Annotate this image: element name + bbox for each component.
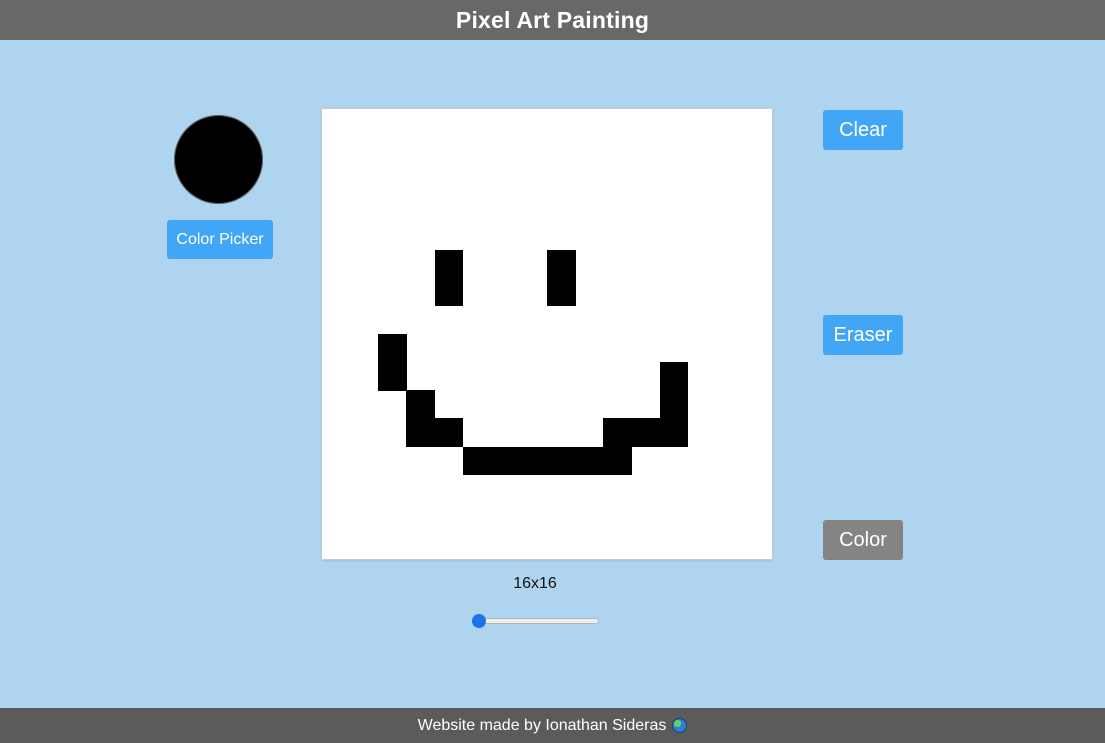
painted-pixel[interactable]: [547, 277, 576, 307]
color-mode-button[interactable]: Color: [823, 520, 903, 560]
color-picker-button[interactable]: Color Picker: [167, 220, 273, 259]
painted-pixel[interactable]: [603, 446, 632, 476]
painted-pixel[interactable]: [490, 446, 520, 476]
painted-pixel[interactable]: [434, 418, 464, 447]
painted-pixel[interactable]: [406, 390, 435, 419]
painted-pixel[interactable]: [659, 390, 689, 419]
header-bar: Pixel Art Painting: [0, 0, 1105, 40]
clear-button[interactable]: Clear: [823, 110, 903, 150]
grid-size-label: 16x16: [513, 575, 557, 592]
painted-pixel[interactable]: [659, 418, 689, 447]
painted-pixel[interactable]: [518, 446, 548, 476]
painted-pixel[interactable]: [406, 418, 435, 447]
painted-pixel[interactable]: [434, 277, 464, 307]
footer-text: Website made by Ionathan Sideras: [417, 716, 667, 734]
page-title: Pixel Art Painting: [455, 6, 650, 33]
painted-pixel[interactable]: [378, 362, 407, 391]
painted-pixel[interactable]: [575, 446, 604, 476]
grid-size-slider[interactable]: [472, 613, 599, 629]
slider-track: [472, 618, 599, 624]
pixel-canvas[interactable]: [322, 109, 772, 559]
painted-pixel[interactable]: [603, 418, 632, 447]
globe-icon: [672, 718, 688, 733]
current-color-swatch[interactable]: [174, 115, 263, 204]
painted-pixel[interactable]: [659, 362, 689, 391]
painted-pixel[interactable]: [547, 446, 576, 476]
slider-thumb[interactable]: [472, 614, 486, 628]
painted-pixel[interactable]: [547, 249, 576, 279]
eraser-button[interactable]: Eraser: [823, 315, 903, 355]
painted-pixel[interactable]: [462, 446, 492, 476]
painted-pixel[interactable]: [434, 249, 464, 279]
painted-pixel[interactable]: [631, 418, 660, 447]
footer-bar: Website made by Ionathan Sideras: [0, 708, 1105, 743]
painted-pixel[interactable]: [378, 334, 407, 363]
